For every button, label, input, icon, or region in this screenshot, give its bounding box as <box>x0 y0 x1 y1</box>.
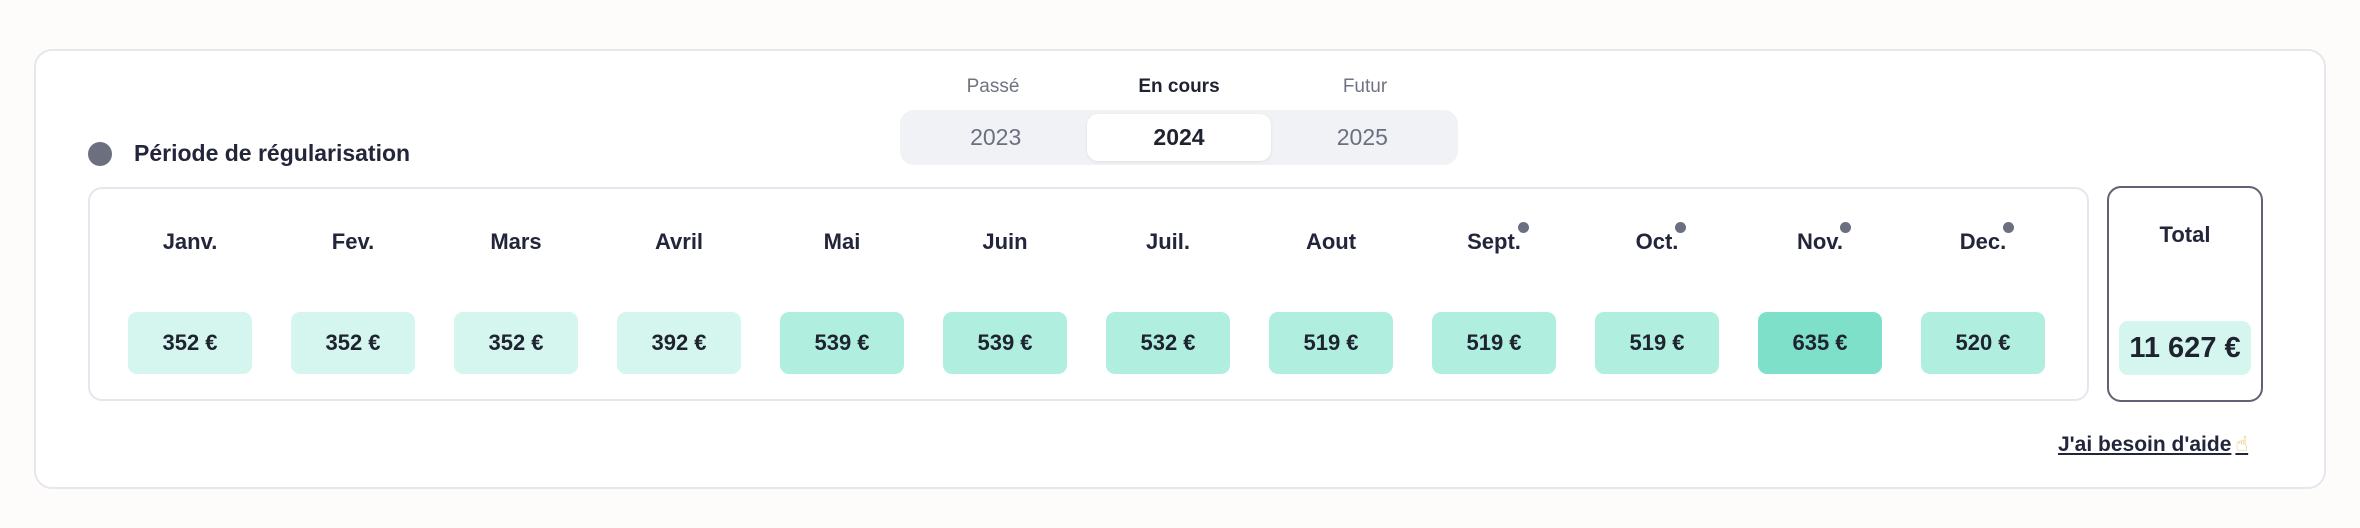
year-label-past: Passé <box>966 76 1020 97</box>
months-panel: Janv. 352 € Fev. 352 € Mars 352 € Avril 392 € Ma… <box>88 187 2089 401</box>
month-column: Oct. 519 € <box>1595 189 1719 403</box>
month-column: Dec. 520 € <box>1921 189 2045 403</box>
month-value[interactable]: 635 € <box>1758 312 1882 374</box>
month-value[interactable]: 519 € <box>1595 312 1719 374</box>
month-name: Juil. <box>1145 229 1190 254</box>
month-name: Aout <box>1305 229 1357 254</box>
month-value[interactable]: 352 € <box>454 312 578 374</box>
month-value[interactable]: 539 € <box>943 312 1067 374</box>
month-column: Mai 539 € <box>780 189 904 403</box>
year-tab-2024[interactable]: 2024 <box>1087 114 1271 161</box>
legend-label: Période de régularisation <box>134 140 411 166</box>
month-value[interactable]: 532 € <box>1106 312 1230 374</box>
total-value: 11 627 € <box>2119 321 2251 375</box>
month-name: Avril <box>654 229 704 254</box>
month-name: Oct. <box>1635 229 1679 254</box>
legend-dot-icon <box>88 141 112 166</box>
month-name: Mai <box>823 229 861 254</box>
year-label-future: Futur <box>1342 76 1388 97</box>
regularisation-dot-icon <box>1517 222 1529 233</box>
month-column: Fev. 352 € <box>291 189 415 403</box>
month-value[interactable]: 519 € <box>1432 312 1556 374</box>
pointing-hand-icon: ☝ <box>2235 433 2249 456</box>
legend: Période de régularisation <box>88 140 410 167</box>
year-selector: 2023 2024 2025 <box>900 110 1458 165</box>
month-column: Juin 539 € <box>943 189 1067 403</box>
month-value[interactable]: 352 € <box>128 312 252 374</box>
month-name: Mars <box>490 229 542 254</box>
year-tab-2025[interactable]: 2025 <box>1271 114 1454 161</box>
month-value[interactable]: 352 € <box>291 312 415 374</box>
help-link[interactable]: J'ai besoin d'aide ☝ <box>2058 432 2248 457</box>
year-tab-2023[interactable]: 2023 <box>904 114 1087 161</box>
month-value[interactable]: 392 € <box>617 312 741 374</box>
month-column: Janv. 352 € <box>128 189 252 403</box>
year-period-labels: Passé En cours Futur <box>900 76 1458 100</box>
month-name: Dec. <box>1959 229 2007 254</box>
month-column: Aout 519 € <box>1269 189 1393 403</box>
total-box: Total 11 627 € <box>2107 186 2263 402</box>
total-label: Total <box>2159 222 2211 247</box>
month-name: Janv. <box>162 229 218 254</box>
month-column: Juil. 532 € <box>1106 189 1230 403</box>
month-column: Mars 352 € <box>454 189 578 403</box>
regularisation-dot-icon <box>1840 222 1852 233</box>
month-column: Sept. 519 € <box>1432 189 1556 403</box>
month-name: Nov. <box>1796 229 1844 254</box>
month-name: Fev. <box>331 229 375 254</box>
month-name: Sept. <box>1467 229 1521 254</box>
month-name: Juin <box>982 229 1028 254</box>
year-label-current: En cours <box>1138 76 1220 97</box>
month-value[interactable]: 519 € <box>1269 312 1393 374</box>
month-value[interactable]: 520 € <box>1921 312 2045 374</box>
month-column: Avril 392 € <box>617 189 741 403</box>
help-link-label: J'ai besoin d'aide <box>2058 432 2232 456</box>
month-value[interactable]: 539 € <box>780 312 904 374</box>
month-column: Nov. 635 € <box>1758 189 1882 403</box>
